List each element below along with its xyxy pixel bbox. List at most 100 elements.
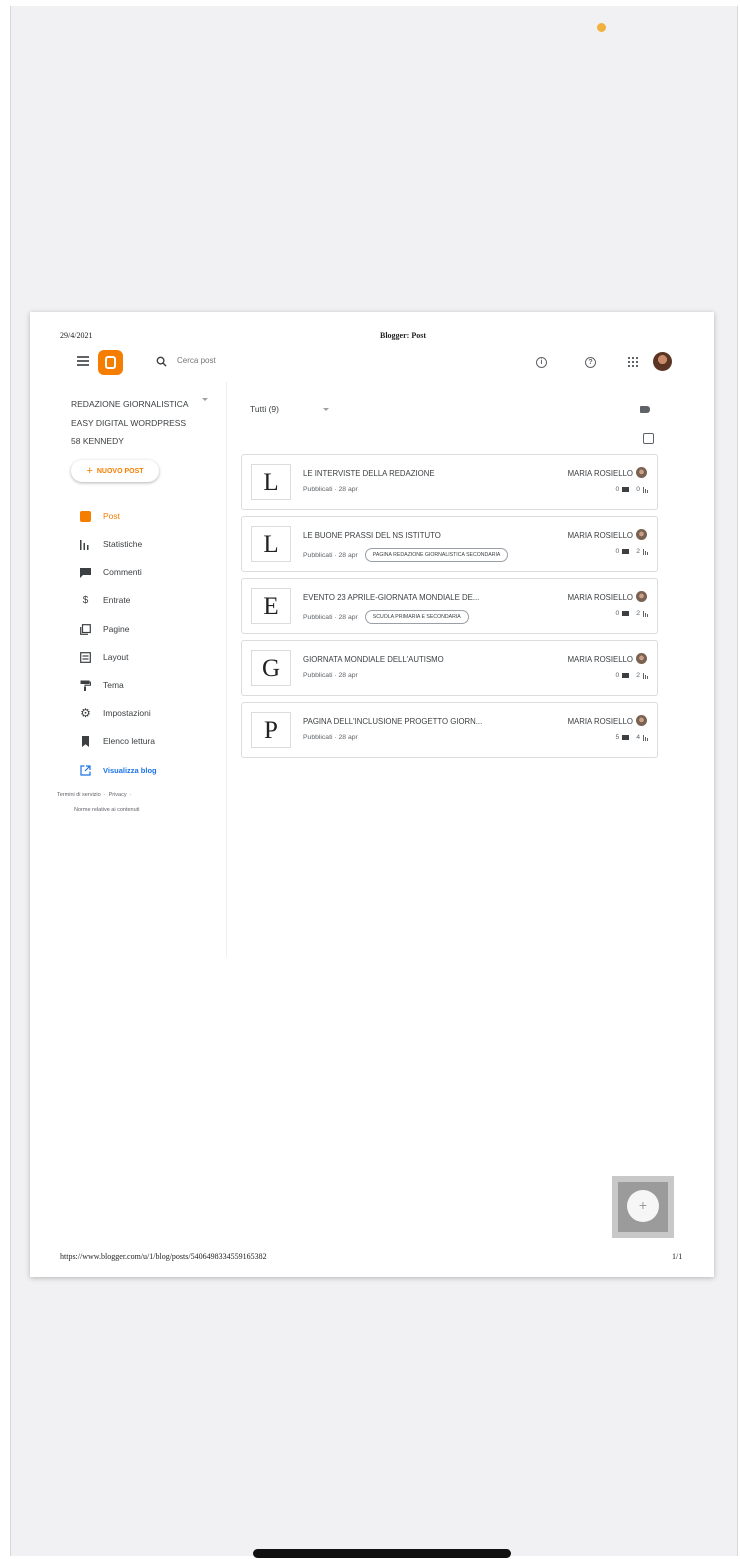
view-count: 4	[636, 734, 640, 741]
privacy-link[interactable]: Privacy	[109, 792, 127, 798]
comment-count: 0	[615, 610, 620, 617]
dollar-icon: $	[82, 594, 89, 606]
post-status-text: Pubblicati · 28 apr	[303, 551, 358, 559]
menu-icon[interactable]	[77, 356, 89, 366]
comment-icon	[622, 735, 630, 740]
post-stats: 0 0	[615, 486, 648, 493]
sidebar-item-label: Pagine	[103, 624, 130, 634]
comment-count: 0	[615, 548, 620, 555]
post-item[interactable]: P PAGINA DELL'INCLUSIONE PROGETTO GIORN.…	[241, 702, 658, 758]
avatar[interactable]	[653, 352, 672, 371]
new-post-fab[interactable]: +	[627, 1190, 659, 1222]
sidebar-item-visualizza-blog[interactable]: Visualizza blog	[80, 763, 157, 777]
stats-icon	[643, 610, 648, 617]
sidebar-item-elenco-lettura[interactable]: Elenco lettura	[80, 734, 155, 748]
post-item[interactable]: G GIORNATA MONDIALE DELL'AUTISMO Pubblic…	[241, 640, 658, 696]
pdf-page: 29/4/2021 Blogger: Post i ? REDAZIONE GI…	[30, 312, 714, 1277]
post-title[interactable]: LE INTERVISTE DELLA REDAZIONE	[303, 469, 435, 478]
post-title[interactable]: EVENTO 23 APRILE-GIORNATA MONDIALE DE...	[303, 593, 479, 602]
home-indicator[interactable]	[253, 1549, 511, 1558]
post-item[interactable]: L LE INTERVISTE DELLA REDAZIONE Pubblica…	[241, 454, 658, 510]
comment-icon	[622, 487, 630, 492]
post-status-text: Pubblicati · 28 apr	[303, 672, 358, 679]
post-title[interactable]: PAGINA DELL'INCLUSIONE PROGETTO GIORN...	[303, 717, 482, 726]
bookmark-icon	[82, 735, 89, 747]
sidebar-footer: Termini di servizio · Privacy · Norme relat…	[57, 792, 140, 813]
sidebar-item-entrate[interactable]: $ Entrate	[80, 593, 131, 607]
post-label-chip[interactable]: SCUOLA PRIMARIA E SECONDARIA	[364, 610, 469, 624]
post-icon	[80, 510, 91, 522]
author-avatar	[636, 467, 647, 478]
blogger-logo[interactable]	[98, 350, 123, 375]
chevron-down-icon[interactable]	[202, 398, 208, 401]
stats-icon	[643, 734, 648, 741]
post-status: Pubblicati · 28 apr SCUOLA PRIMARIA E SEC…	[303, 610, 469, 624]
sidebar-item-label: Tema	[103, 680, 124, 690]
chevron-down-icon[interactable]	[323, 408, 329, 411]
post-thumbnail: L	[251, 464, 291, 500]
comment-icon	[622, 549, 630, 554]
sidebar: REDAZIONE GIORNALISTICA EASY DIGITAL WOR…	[30, 382, 227, 957]
post-thumbnail: P	[251, 712, 291, 748]
post-author: MARIA ROSIELLO	[567, 469, 633, 478]
author-avatar	[636, 653, 647, 664]
sidebar-item-commenti[interactable]: Commenti	[80, 565, 142, 579]
post-title[interactable]: LE BUONE PRASSI DEL NS ISTITUTO	[303, 531, 441, 540]
print-page-count: 1/1	[672, 1252, 683, 1261]
post-item[interactable]: L LE BUONE PRASSI DEL NS ISTITUTO Pubbli…	[241, 516, 658, 572]
blog-name-line: REDAZIONE GIORNALISTICA	[71, 399, 189, 409]
apps-icon[interactable]	[628, 357, 638, 367]
sidebar-item-label: Impostazioni	[103, 708, 151, 718]
post-status: Pubblicati · 28 apr	[303, 672, 358, 679]
sidebar-item-post[interactable]: Post	[80, 509, 120, 523]
pages-icon	[80, 623, 91, 635]
post-status-text: Pubblicati · 28 apr	[303, 613, 358, 621]
sidebar-item-label: Statistiche	[103, 539, 143, 549]
blog-selector[interactable]: REDAZIONE GIORNALISTICA EASY DIGITAL WOR…	[71, 395, 211, 451]
comment-icon	[622, 611, 630, 616]
new-post-button[interactable]: + NUOVO POST	[71, 460, 159, 482]
new-post-label: NUOVO POST	[96, 467, 144, 475]
stats-icon	[643, 486, 648, 493]
post-author: MARIA ROSIELLO	[567, 593, 633, 602]
post-label-chip[interactable]: PAGINA REDAZIONE GIORNALISTICA SECONDARI…	[364, 548, 509, 562]
label-icon[interactable]	[640, 406, 650, 413]
sidebar-item-impostazioni[interactable]: ⚙ Impostazioni	[80, 706, 151, 720]
sidebar-item-label: Layout	[103, 652, 129, 662]
post-item[interactable]: E EVENTO 23 APRILE-GIORNATA MONDIALE DE.…	[241, 578, 658, 634]
comment-count: 0	[615, 672, 620, 679]
search-input[interactable]	[177, 356, 247, 365]
author-avatar	[636, 529, 647, 540]
select-all-checkbox[interactable]	[643, 433, 654, 444]
blog-name-line: EASY DIGITAL WORDPRESS	[71, 417, 187, 428]
post-stats: 0 2	[615, 672, 648, 679]
sidebar-item-statistiche[interactable]: Statistiche	[80, 537, 142, 551]
view-count: 2	[636, 548, 640, 555]
stats-icon	[643, 548, 648, 555]
blog-name-line: 58 KENNEDY	[71, 436, 124, 446]
gear-icon: ⚙	[80, 705, 91, 720]
view-count: 2	[636, 610, 640, 617]
view-count: 0	[636, 486, 640, 493]
print-url: https://www.blogger.com/u/1/blog/posts/5…	[60, 1252, 267, 1261]
post-author: MARIA ROSIELLO	[567, 655, 633, 664]
post-filter-dropdown[interactable]: Tutti (9)	[250, 404, 279, 414]
sidebar-item-label: Commenti	[103, 567, 142, 577]
layout-icon	[80, 651, 91, 663]
sidebar-item-pagine[interactable]: Pagine	[80, 622, 129, 636]
post-title[interactable]: GIORNATA MONDIALE DELL'AUTISMO	[303, 655, 444, 664]
help-icon[interactable]: ?	[585, 357, 596, 368]
info-icon[interactable]: i	[536, 357, 547, 368]
print-date: 29/4/2021	[60, 331, 93, 340]
stats-icon	[80, 539, 89, 550]
search-icon[interactable]	[156, 356, 167, 367]
post-stats: 0 2	[615, 548, 648, 555]
post-thumbnail: L	[251, 526, 291, 562]
terms-link[interactable]: Termini di servizio	[57, 792, 101, 798]
post-author: MARIA ROSIELLO	[567, 531, 633, 540]
comment-icon	[622, 673, 630, 678]
post-thumbnail: E	[251, 588, 291, 624]
content-policy-link[interactable]: Norme relative ai contenuti	[74, 807, 139, 813]
sidebar-item-layout[interactable]: Layout	[80, 650, 129, 664]
sidebar-item-tema[interactable]: Tema	[80, 678, 124, 692]
